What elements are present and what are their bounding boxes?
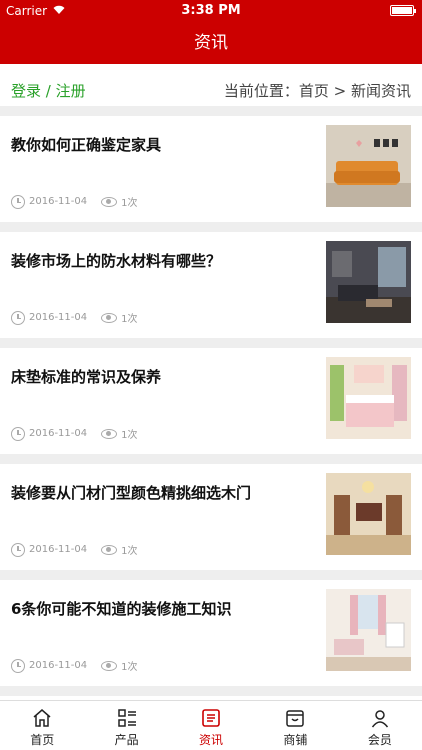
- article-date: 2016-11-04: [29, 428, 88, 439]
- list-item[interactable]: 装修要从门材门型颜色精挑细选木门 2016-11-04 1次: [0, 464, 422, 570]
- article-title[interactable]: 床垫标准的常识及保养: [11, 366, 311, 387]
- article-meta: 2016-11-04 1次: [11, 658, 138, 673]
- register-link[interactable]: 注册: [56, 82, 86, 100]
- bottom-tab-bar: 首页 产品 资讯 商铺 会员: [0, 700, 422, 750]
- article-title[interactable]: 教你如何正确鉴定家具: [11, 134, 311, 155]
- news-list: 教你如何正确鉴定家具 2016-11-04 1次 装修市场上的防水材料有哪些？: [0, 106, 422, 696]
- tab-label: 商铺: [283, 733, 308, 747]
- list-item[interactable]: 床垫标准的常识及保养 2016-11-04 1次: [0, 348, 422, 454]
- article-date: 2016-11-04: [29, 660, 88, 671]
- clock-icon: [11, 310, 25, 325]
- clock-icon: [11, 426, 25, 441]
- list-item[interactable]: 教你如何正确鉴定家具 2016-11-04 1次: [0, 116, 422, 222]
- divider: [0, 454, 422, 464]
- page-title: 资讯: [0, 22, 422, 64]
- divider: [0, 338, 422, 348]
- eye-icon: [101, 428, 118, 439]
- article-date: 2016-11-04: [29, 312, 88, 323]
- article-views: 1次: [121, 198, 138, 209]
- member-icon: [371, 710, 388, 728]
- list-item[interactable]: 6条你可能不知道的装修施工知识 2016-11-04 1次: [0, 580, 422, 686]
- tab-shop[interactable]: 商铺: [253, 701, 337, 750]
- battery-icon: [390, 5, 416, 16]
- article-thumbnail[interactable]: [326, 589, 411, 671]
- divider: [0, 570, 422, 580]
- eye-icon: [101, 544, 118, 555]
- clock-icon: [11, 658, 25, 673]
- article-title[interactable]: 装修要从门材门型颜色精挑细选木门: [11, 482, 311, 503]
- article-date: 2016-11-04: [29, 544, 88, 555]
- article-thumbnail[interactable]: [326, 357, 411, 439]
- article-title[interactable]: 装修市场上的防水材料有哪些？: [11, 250, 311, 271]
- shop-icon: [286, 710, 305, 727]
- clock-icon: [11, 194, 25, 209]
- news-icon: [202, 709, 220, 727]
- article-meta: 2016-11-04 1次: [11, 542, 138, 557]
- divider: [0, 222, 422, 232]
- breadcrumb-row: 登录 / 注册 当前位置：首页 > 新闻资讯: [0, 64, 422, 110]
- tab-label: 资讯: [199, 733, 224, 747]
- clock-time: 3:38 PM: [181, 3, 241, 18]
- article-date: 2016-11-04: [29, 196, 88, 207]
- clock-icon: [11, 542, 25, 557]
- eye-icon: [101, 312, 118, 323]
- tab-home[interactable]: 首页: [0, 701, 84, 750]
- eye-icon: [101, 660, 118, 671]
- tab-label: 会员: [367, 733, 392, 747]
- article-thumbnail[interactable]: [326, 125, 411, 207]
- article-views: 1次: [121, 662, 138, 673]
- article-views: 1次: [121, 430, 138, 441]
- article-meta: 2016-11-04 1次: [11, 194, 138, 209]
- eye-icon: [101, 196, 118, 207]
- divider: [0, 106, 422, 116]
- auth-links: 登录 / 注册: [11, 80, 86, 101]
- article-views: 1次: [121, 314, 138, 325]
- tab-label: 首页: [30, 733, 55, 747]
- article-meta: 2016-11-04 1次: [11, 426, 138, 441]
- tab-products[interactable]: 产品: [84, 701, 168, 750]
- login-link[interactable]: 登录: [11, 82, 41, 100]
- product-list-icon: [117, 709, 136, 727]
- auth-divider: /: [41, 82, 56, 100]
- status-bar: Carrier 3:38 PM: [0, 0, 422, 22]
- breadcrumb: 当前位置：首页 > 新闻资讯: [223, 82, 411, 100]
- list-item[interactable]: 装修市场上的防水材料有哪些？ 2016-11-04 1次: [0, 232, 422, 338]
- article-views: 1次: [121, 546, 138, 557]
- home-icon: [33, 709, 51, 727]
- tab-news[interactable]: 资讯: [169, 701, 253, 750]
- divider: [0, 686, 422, 696]
- tab-member[interactable]: 会员: [338, 701, 422, 750]
- tab-label: 产品: [114, 733, 139, 747]
- article-meta: 2016-11-04 1次: [11, 310, 138, 325]
- article-title[interactable]: 6条你可能不知道的装修施工知识: [11, 598, 311, 619]
- article-thumbnail[interactable]: [326, 473, 411, 555]
- article-thumbnail[interactable]: [326, 241, 411, 323]
